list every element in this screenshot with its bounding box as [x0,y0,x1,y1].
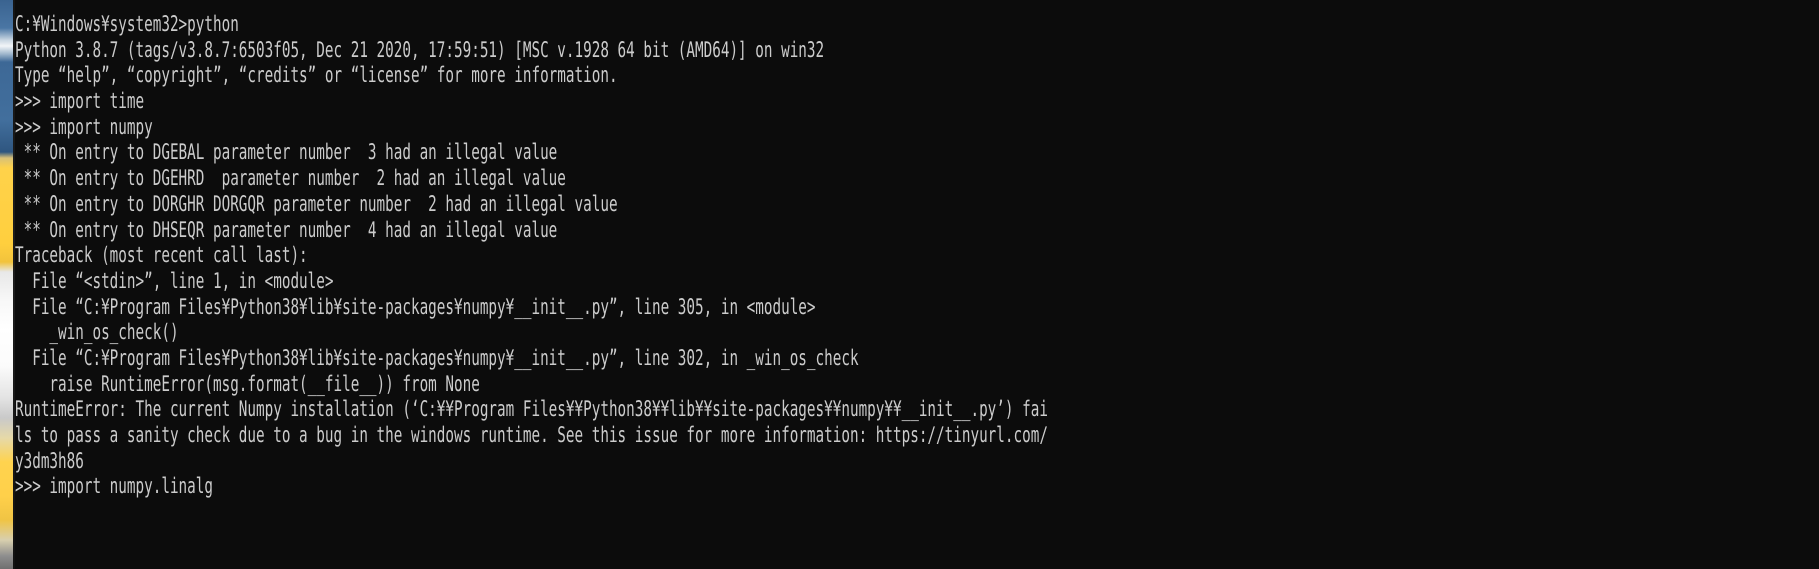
terminal-line: C:¥Windows¥system32>python [15,12,239,37]
terminal-line: ** On entry to DORGHR DORGQR parameter n… [15,191,618,217]
terminal-line: ls to pass a sanity check due to a bug i… [15,423,1048,448]
terminal-line: Python 3.8.7 (tags/v3.8.7:6503f05, Dec 2… [15,37,825,63]
terminal-line: ** On entry to DGEBAL parameter number 3… [15,140,558,166]
terminal-line: File “C:¥Program Files¥Python38¥lib¥site… [15,294,816,320]
terminal-line: raise RuntimeError(msg.format(__file__))… [15,371,480,397]
terminal-line: File “C:¥Program Files¥Python38¥lib¥site… [15,345,859,371]
terminal-line: >>> import numpy.linalg [15,474,213,500]
command-prompt-window[interactable]: C:¥Windows¥system32>python Python 3.8.7 (… [0,0,1819,569]
terminal-line: ** On entry to DGEHRD parameter number 2… [15,166,566,192]
terminal-line: File “<stdin>”, line 1, in <module> [15,268,334,294]
terminal-line: _win_os_check() [15,320,179,346]
terminal-line: ** On entry to DHSEQR parameter number 4… [15,217,558,243]
terminal-line: Traceback (most recent call last): [15,243,308,269]
terminal-line: >>> import time [15,89,145,115]
terminal-line: Type “help”, “copyright”, “credits” or “… [15,63,618,89]
terminal-output-area[interactable]: C:¥Windows¥system32>python Python 3.8.7 (… [15,0,1819,569]
terminal-line: RuntimeError: The current Numpy installa… [15,397,1048,423]
window-edge-strip-shadow [13,0,15,569]
terminal-line: y3dm3h86 [15,448,84,474]
window-edge-strip [0,0,13,569]
terminal-line: >>> import numpy [15,114,153,140]
